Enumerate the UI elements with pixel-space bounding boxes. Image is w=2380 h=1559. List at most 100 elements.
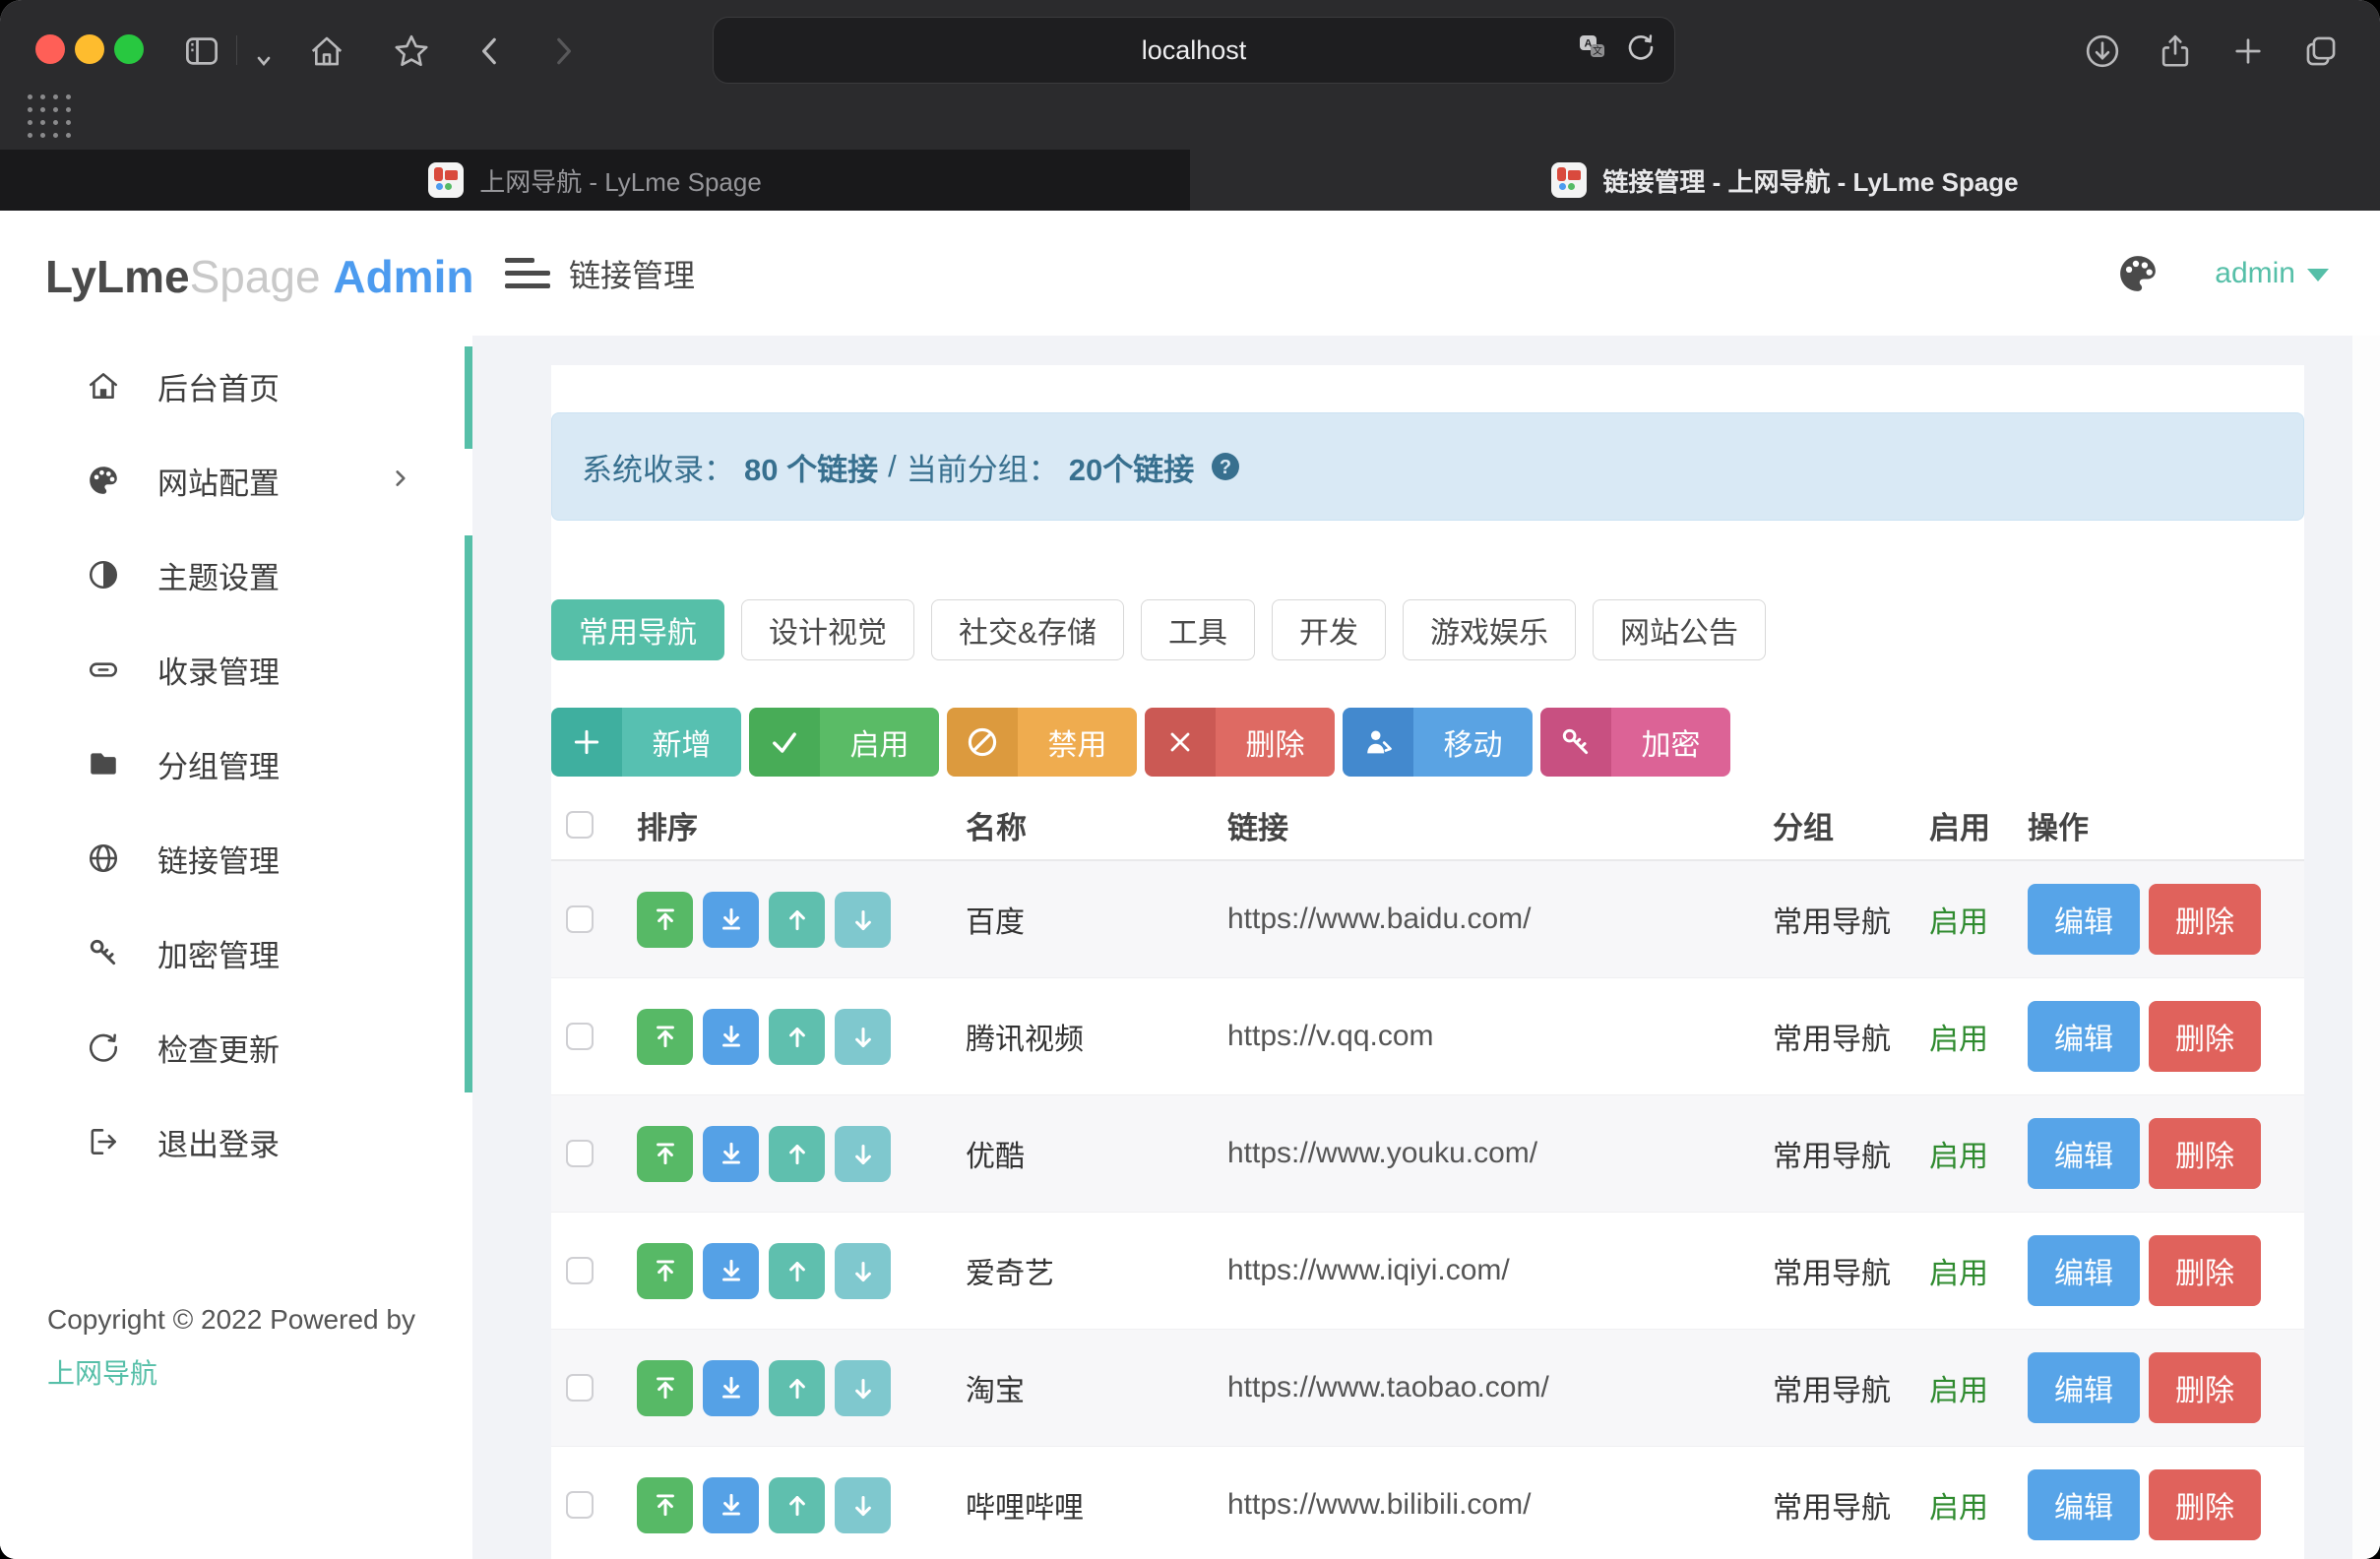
move-bottom-button[interactable] [703,1477,759,1533]
move-bottom-button[interactable] [703,1243,759,1299]
help-icon[interactable]: ? [1210,451,1241,482]
sidebar-item-2[interactable]: 网站配置 [0,433,472,528]
downloads-icon[interactable] [2083,31,2122,71]
edit-button[interactable]: 编辑 [2028,1469,2140,1540]
row-checkbox[interactable] [566,1023,594,1050]
row-checkbox[interactable] [566,1140,594,1167]
tab-overview-icon[interactable] [2301,31,2341,71]
svg-text:文: 文 [1593,44,1602,57]
move-up-button[interactable] [769,1009,825,1065]
category-tab-4[interactable]: 工具 [1141,599,1255,660]
share-icon[interactable] [2156,31,2195,71]
category-tab-3[interactable]: 社交&存储 [931,599,1124,660]
content-panel: 系统收录： 80 个链接 / 当前分组： 20个链接 ? 常用导航设计视觉社交&… [551,365,2304,1559]
delete-button[interactable]: 删除 [2149,1001,2261,1072]
category-tab-7[interactable]: 网站公告 [1593,599,1766,660]
edit-button[interactable]: 编辑 [2028,1235,2140,1306]
browser-tab-2[interactable]: 链接管理 - 上网导航 - LyLme Spage [1190,150,2380,211]
sidebar-chevron-icon[interactable] [244,41,283,81]
user-dropdown[interactable]: admin [2215,257,2329,290]
action-button-移动[interactable]: 移动 [1343,708,1533,777]
move-up-button[interactable] [769,1126,825,1182]
back-button-icon[interactable] [470,31,510,71]
category-tab-5[interactable]: 开发 [1272,599,1386,660]
move-up-button[interactable] [769,892,825,948]
edit-button[interactable]: 编辑 [2028,1001,2140,1072]
move-top-button[interactable] [637,1243,693,1299]
move-up-button[interactable] [769,1360,825,1416]
links-table: 排序 名称 链接 分组 启用 操作 百度 https://www.baidu.c… [551,790,2304,1559]
row-checkbox[interactable] [566,1491,594,1519]
edit-button[interactable]: 编辑 [2028,884,2140,955]
table-row: 哔哩哔哩 https://www.bilibili.com/ 常用导航 启用 编… [551,1447,2304,1559]
action-button-加密[interactable]: 加密 [1540,708,1730,777]
browser-tab-1[interactable]: 上网导航 - LyLme Spage [0,150,1190,211]
select-all-checkbox[interactable] [566,811,594,839]
move-top-button[interactable] [637,1126,693,1182]
sidebar-item-9[interactable]: 退出登录 [0,1094,472,1189]
sidebar-item-7[interactable]: 加密管理 [0,905,472,1000]
row-checkbox[interactable] [566,1257,594,1284]
action-button-启用[interactable]: 启用 [749,708,939,777]
app-grid-icon[interactable] [28,94,72,139]
hamburger-menu-icon[interactable] [505,248,554,297]
address-bar[interactable]: localhost A文 [713,17,1675,84]
tab-bar: 上网导航 - LyLme Spage 链接管理 - 上网导航 - LyLme S… [0,150,2380,211]
category-tab-6[interactable]: 游戏娱乐 [1403,599,1576,660]
move-down-button[interactable] [835,1477,891,1533]
category-tab-2[interactable]: 设计视觉 [741,599,914,660]
sidebar-toggle-icon[interactable] [182,31,221,71]
sidebar-item-5[interactable]: 分组管理 [0,717,472,811]
zoom-window-button[interactable] [114,34,144,64]
forward-button-icon[interactable] [543,31,583,71]
action-button-删除[interactable]: 删除 [1145,708,1335,777]
action-button-禁用[interactable]: 禁用 [947,708,1137,777]
close-window-button[interactable] [35,34,65,64]
edit-button[interactable]: 编辑 [2028,1118,2140,1189]
key-icon [87,935,122,970]
move-bottom-button[interactable] [703,1126,759,1182]
minimize-window-button[interactable] [75,34,104,64]
reload-icon[interactable] [1625,31,1657,70]
row-checkbox[interactable] [566,1374,594,1402]
new-tab-icon[interactable] [2228,31,2268,71]
move-down-button[interactable] [835,1009,891,1065]
bookmark-star-icon[interactable] [392,31,431,71]
sidebar-item-6[interactable]: 链接管理 [0,811,472,905]
move-up-button[interactable] [769,1243,825,1299]
delete-button[interactable]: 删除 [2149,1118,2261,1189]
move-down-button[interactable] [835,1243,891,1299]
sidebar-item-8[interactable]: 检查更新 [0,1000,472,1094]
sidebar-item-4[interactable]: 收录管理 [0,622,472,717]
move-top-button[interactable] [637,1477,693,1533]
sidebar-item-3[interactable]: 主题设置 [0,528,472,622]
logo-part-3: Admin [333,251,473,302]
action-button-新增[interactable]: 新增 [551,708,741,777]
link-url: https://www.baidu.com/ [1213,903,1758,936]
move-bottom-button[interactable] [703,1009,759,1065]
row-checkbox[interactable] [566,905,594,933]
move-bottom-button[interactable] [703,892,759,948]
delete-button[interactable]: 删除 [2149,1469,2261,1540]
sidebar-item-1[interactable]: 后台首页 [0,339,472,433]
move-down-button[interactable] [835,1126,891,1182]
edit-button[interactable]: 编辑 [2028,1352,2140,1423]
move-bottom-button[interactable] [703,1360,759,1416]
category-tab-1[interactable]: 常用导航 [551,599,724,660]
delete-button[interactable]: 删除 [2149,1352,2261,1423]
home-button-icon[interactable] [307,31,346,71]
move-top-button[interactable] [637,892,693,948]
browser-window: localhost A文 [0,0,2380,1559]
move-top-button[interactable] [637,1360,693,1416]
move-down-button[interactable] [835,892,891,948]
move-top-button[interactable] [637,1009,693,1065]
page-scrollbar[interactable] [2352,336,2380,1559]
translate-icon[interactable]: A文 [1576,31,1609,71]
delete-button[interactable]: 删除 [2149,884,2261,955]
sidebar-item-label: 退出登录 [157,1120,280,1164]
delete-button[interactable]: 删除 [2149,1235,2261,1306]
copyright-link[interactable]: 上网导航 [47,1358,157,1389]
move-down-button[interactable] [835,1360,891,1416]
theme-palette-icon[interactable] [2116,252,2160,295]
move-up-button[interactable] [769,1477,825,1533]
